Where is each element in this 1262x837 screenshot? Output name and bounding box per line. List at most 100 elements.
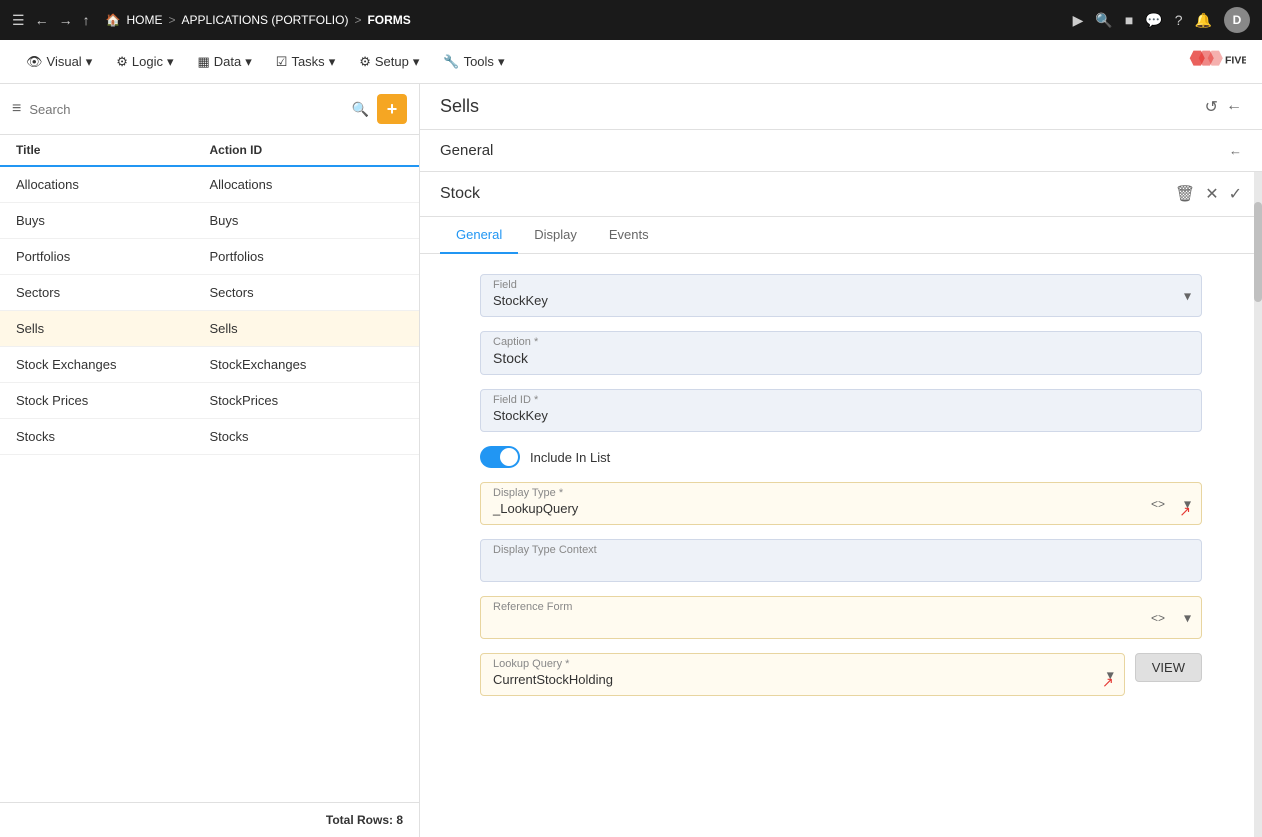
nav-icons: ☰ ← → ↑ [12,12,90,29]
avatar[interactable]: D [1224,7,1250,33]
search-icon[interactable]: 🔍 [352,101,369,118]
panel-header-icons: ↺ ← [1205,97,1242,117]
reference-form-code-icon[interactable]: <> [1151,611,1165,625]
field-display-type: Display Type * _LookupQuery <> ▾ ↗ [480,482,1202,525]
tab-general[interactable]: General [440,217,518,254]
display-type-arrow-icon: ↗ [1179,503,1191,520]
col-action-header: Action ID [210,143,404,157]
tab-display[interactable]: Display [518,217,593,254]
menu-tasks[interactable]: ☑ Tasks ▾ [266,48,345,76]
data-label: Data [214,54,241,69]
home-icon: 🏠 [106,13,121,27]
lookup-query-value[interactable]: CurrentStockHolding [493,672,1112,687]
scrollbar-track[interactable] [1254,172,1262,837]
search-input[interactable] [29,102,343,117]
logic-label: Logic [132,54,163,69]
table-rows: Allocations Allocations Buys Buys Portfo… [0,167,419,802]
tasks-chevron: ▾ [329,54,336,70]
panel-back-icon[interactable]: ← [1226,97,1242,117]
tools-label: Tools [464,54,494,69]
table-row[interactable]: Buys Buys [0,203,419,239]
close-icon[interactable]: ✕ [1205,184,1218,204]
bell-icon[interactable]: 🔔 [1195,12,1212,29]
lookup-query-arrow-icon: ↗ [1102,674,1114,691]
logic-chevron: ▾ [167,54,174,70]
stock-actions: 🗑 ✕ ✓ [1175,184,1242,204]
tab-events[interactable]: Events [593,217,665,254]
row-title: Buys [16,213,210,228]
field-label: Field [493,279,1189,291]
tabs: General Display Events [420,217,1262,254]
help-icon[interactable]: ? [1175,12,1183,28]
display-type-value[interactable]: _LookupQuery [493,501,1189,516]
menu-logic[interactable]: ⚙ Logic ▾ [106,48,183,76]
home-label[interactable]: HOME [127,13,163,27]
svg-text:FIVE: FIVE [1225,54,1246,66]
menu-tools[interactable]: 🔧 Tools ▾ [433,48,514,76]
caption-value[interactable]: Stock [493,350,1189,366]
sidebar-hamburger-icon[interactable]: ≡ [12,100,21,118]
chat-icon[interactable]: 💬 [1145,12,1162,29]
stop-icon[interactable]: ■ [1125,12,1133,28]
data-chevron: ▾ [245,54,252,70]
field-id-value[interactable]: StockKey [493,408,1189,423]
play-icon[interactable]: ▶ [1073,12,1084,29]
visual-chevron: ▾ [86,54,93,70]
sidebar-search-bar: ≡ 🔍 + [0,84,419,135]
breadcrumb-sep2: > [354,13,361,27]
include-in-list-label: Include In List [530,450,610,465]
general-back-icon[interactable]: ← [1229,143,1242,158]
display-type-label: Display Type * [493,487,1189,499]
delete-icon[interactable]: 🗑 [1175,184,1195,204]
sidebar-footer: Total Rows: 8 [0,802,419,837]
main-layout: ≡ 🔍 + Title Action ID Allocations Alloca… [0,84,1262,837]
row-title: Allocations [16,177,210,192]
refresh-icon[interactable]: ↺ [1205,97,1218,117]
include-in-list-row: Include In List [480,446,1202,468]
field-wrapper-id: Field ID * StockKey [480,389,1202,432]
panel-title: Sells [440,96,479,117]
reference-form-dropdown-icon[interactable]: ▾ [1184,609,1191,626]
col-title-header: Title [16,143,210,157]
table-row[interactable]: Sectors Sectors [0,275,419,311]
add-button[interactable]: + [377,94,407,124]
menu-visual[interactable]: 👁 Visual ▾ [16,48,102,76]
forward-icon[interactable]: → [59,12,73,28]
include-in-list-toggle[interactable] [480,446,520,468]
field-wrapper-field: Field StockKey ▾ [480,274,1202,317]
field-lookup-query: Lookup Query * CurrentStockHolding ▾ ↗ V… [480,653,1202,696]
check-icon[interactable]: ✓ [1229,184,1242,204]
general-header: General ← [420,130,1262,172]
display-type-context-value[interactable] [493,558,1189,573]
stock-title: Stock [440,185,480,203]
up-icon[interactable]: ↑ [83,12,90,28]
caption-label: Caption * [493,336,1189,348]
forms-label[interactable]: FORMS [367,13,410,27]
table-row[interactable]: Stock Exchanges StockExchanges [0,347,419,383]
table-row-sells[interactable]: Sells Sells [0,311,419,347]
field-dropdown-icon[interactable]: ▾ [1184,287,1191,304]
row-title: Sells [16,321,210,336]
table-row[interactable]: Portfolios Portfolios [0,239,419,275]
hamburger-icon[interactable]: ☰ [12,12,25,29]
topbar-search-icon[interactable]: 🔍 [1095,12,1112,29]
table-row[interactable]: Stocks Stocks [0,419,419,455]
tools-icon: 🔧 [443,54,459,70]
row-title: Stock Prices [16,393,210,408]
menu-setup[interactable]: ⚙ Setup ▾ [349,48,429,76]
menu-data[interactable]: ▦ Data ▾ [188,48,262,76]
scrollbar-thumb[interactable] [1254,202,1262,302]
row-action: Stocks [210,429,404,444]
row-action: Allocations [210,177,404,192]
back-icon[interactable]: ← [35,12,49,28]
table-row[interactable]: Stock Prices StockPrices [0,383,419,419]
row-title: Stocks [16,429,210,444]
applications-label[interactable]: APPLICATIONS (PORTFOLIO) [182,13,349,27]
field-wrapper-reference-form: Reference Form <> ▾ [480,596,1202,639]
display-type-code-icon[interactable]: <> [1151,497,1165,511]
reference-form-value[interactable] [493,615,1189,630]
table-row[interactable]: Allocations Allocations [0,167,419,203]
row-action: Sells [210,321,404,336]
view-button[interactable]: VIEW [1135,653,1202,682]
field-wrapper-lookup-query: Lookup Query * CurrentStockHolding ▾ ↗ [480,653,1125,696]
